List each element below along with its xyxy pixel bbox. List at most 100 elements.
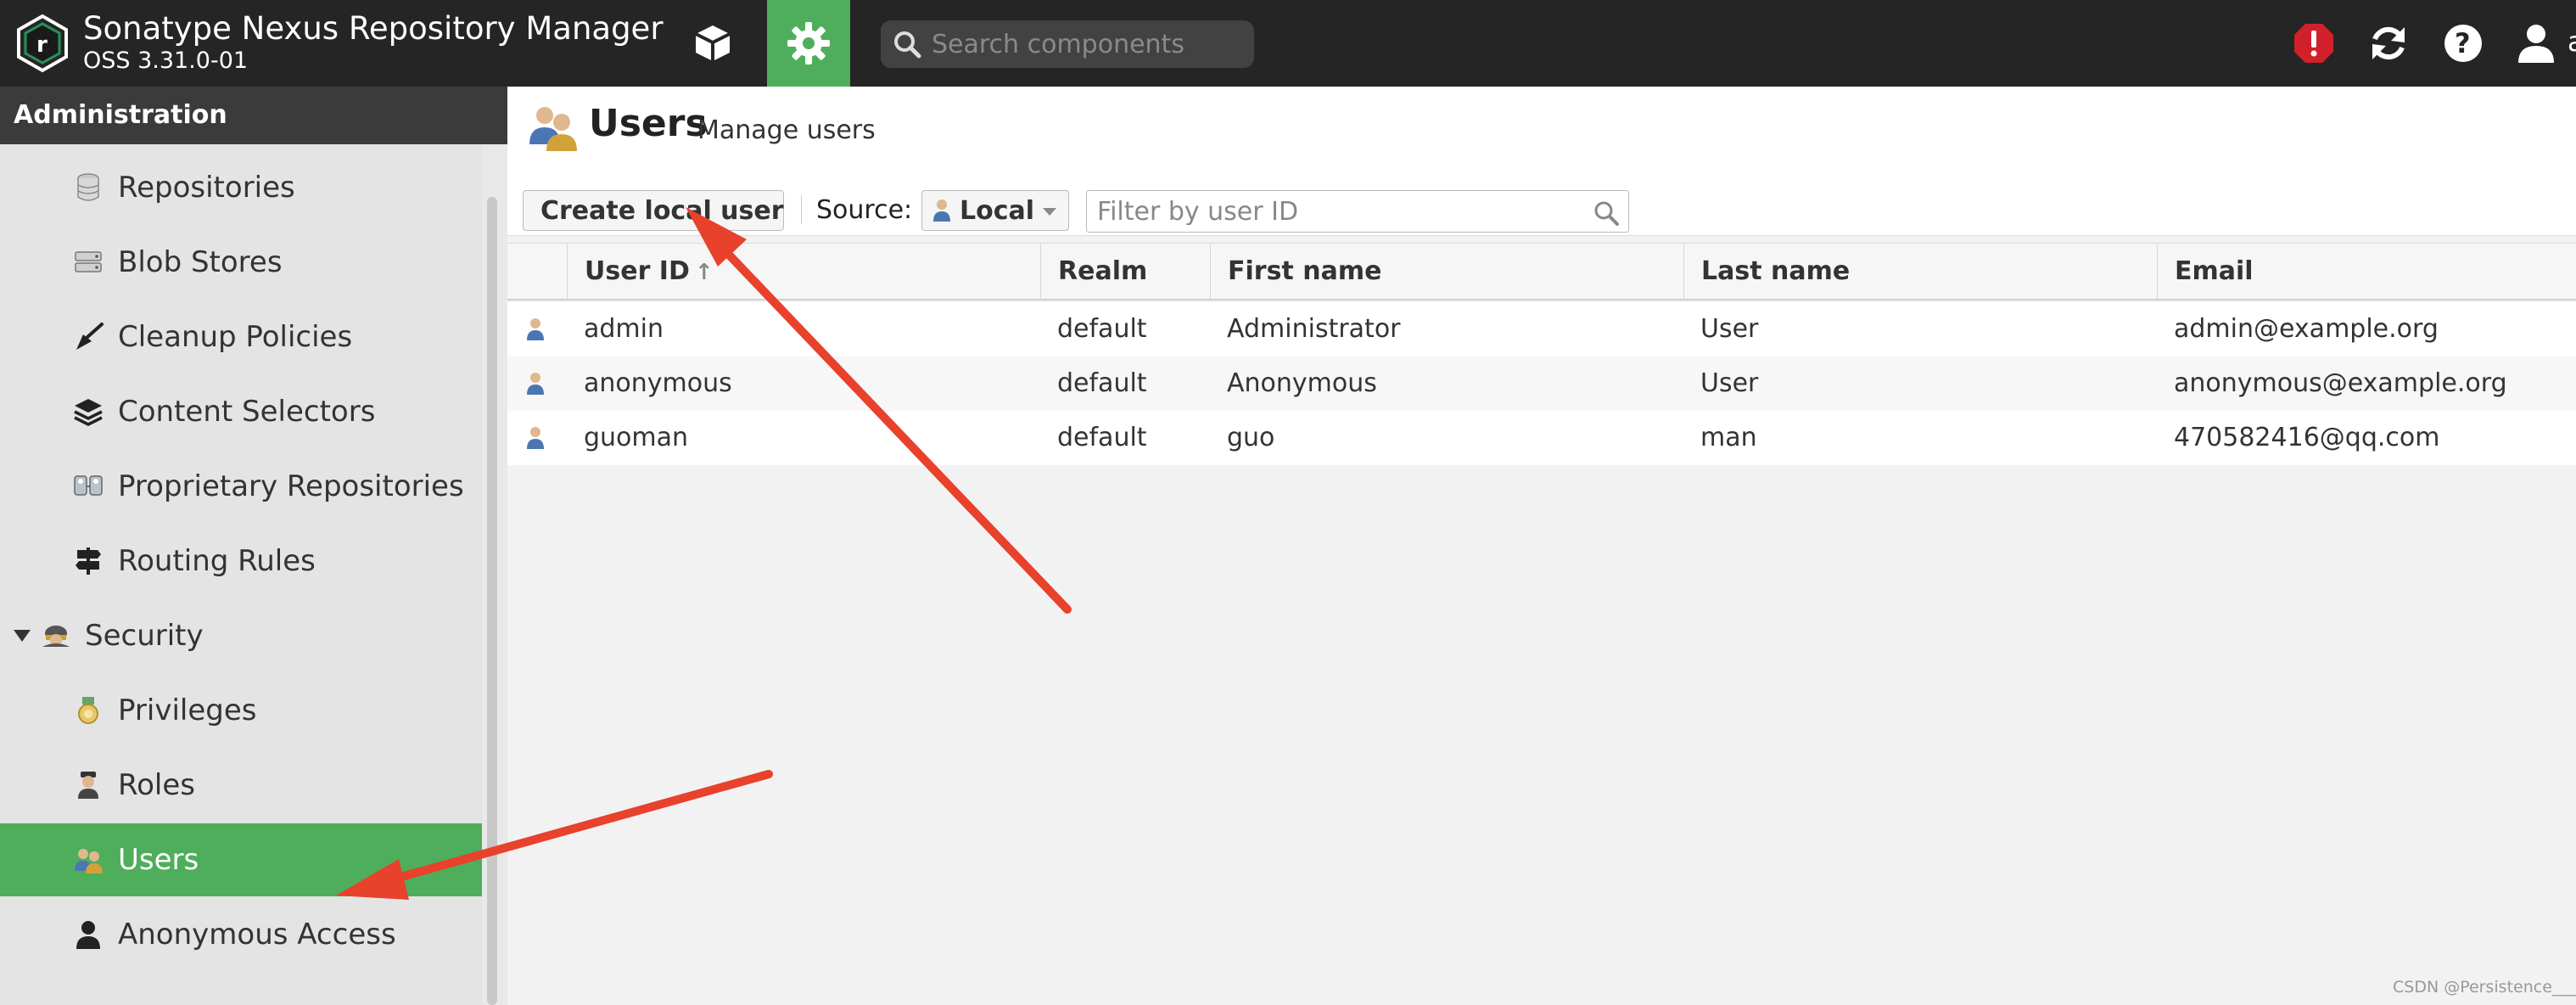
alert-icon (2294, 24, 2333, 63)
top-bar: r Sonatype Nexus Repository Manager OSS … (0, 0, 2576, 87)
column-header-label: Email (2175, 256, 2254, 286)
role-icon (73, 770, 104, 800)
toolbar: Create local user Source: Local (507, 180, 2576, 236)
table-row[interactable]: admin default Administrator User admin@e… (507, 302, 2576, 357)
column-header-label: First name (1228, 256, 1382, 286)
admin-gear-icon (787, 22, 830, 65)
dropdown-arrow-icon (1043, 208, 1056, 216)
security-icon (41, 620, 71, 651)
page-subtitle: Manage users (697, 115, 876, 145)
refresh-button[interactable] (2364, 19, 2413, 68)
sidebar-item-routing-rules[interactable]: Routing Rules (0, 525, 482, 598)
cell-last-name: man (1700, 423, 1757, 452)
cell-user-id: guoman (584, 423, 689, 452)
sidebar-item-proprietary-repositories[interactable]: Proprietary Repositories (0, 450, 482, 523)
source-label: Source: (816, 195, 913, 225)
user-small-icon (527, 427, 544, 449)
sidebar-item-label: Proprietary Repositories (118, 469, 464, 503)
broom-icon (73, 322, 104, 352)
filter-input[interactable] (1097, 198, 1572, 225)
sidebar-item-content-selectors[interactable]: Content Selectors (0, 375, 482, 448)
column-header-label: Last name (1701, 256, 1851, 286)
column-header-realm[interactable]: Realm (1040, 244, 1210, 300)
sidebar-nav: Repositories Blob Stores Cleanup Policie… (0, 144, 482, 1005)
sidebar-item-label: Users (118, 843, 199, 877)
user-menu-button[interactable] (2512, 19, 2561, 68)
person-icon (73, 919, 104, 950)
cell-realm: default (1057, 423, 1147, 452)
sort-ascending-icon: ↑ (694, 260, 714, 285)
sidebar: Administration Repositories Blob Stores … (0, 87, 507, 1005)
row-user-icon (507, 302, 567, 357)
help-icon: ? (2444, 25, 2482, 62)
table-header: User ID ↑ Realm First name Last name Emai… (507, 243, 2576, 300)
table-row[interactable]: guoman default guo man 470582416@qq.com (507, 411, 2576, 465)
refresh-icon (2372, 26, 2405, 60)
column-header-label: User ID (585, 256, 690, 286)
layers-icon (73, 396, 104, 427)
sidebar-item-roles[interactable]: Roles (0, 749, 482, 822)
sidebar-item-label: Privileges (118, 693, 257, 727)
create-local-user-label: Create local user (540, 195, 784, 226)
sidebar-item-label: Anonymous Access (118, 918, 396, 952)
source-value: Local (960, 195, 1035, 226)
nexus-logo-icon[interactable]: r (15, 14, 70, 73)
sidebar-item-label: Routing Rules (118, 544, 316, 578)
signpost-icon (73, 546, 104, 576)
row-user-icon (507, 357, 567, 411)
sidebar-item-label: Roles (118, 768, 195, 802)
user-name[interactable]: a (2568, 25, 2576, 58)
create-local-user-button[interactable]: Create local user (523, 190, 784, 231)
source-dropdown[interactable]: Local (921, 190, 1069, 231)
sidebar-scrollbar[interactable] (487, 197, 497, 1005)
administration-button[interactable] (767, 0, 850, 87)
column-header-email[interactable]: Email (2157, 244, 2576, 300)
page-header: Users Manage users (507, 87, 2576, 180)
sidebar-item-users[interactable]: Users (0, 823, 482, 896)
search-components-box[interactable] (881, 20, 1254, 68)
cell-last-name: User (1700, 368, 1759, 398)
sidebar-item-anonymous-access[interactable]: Anonymous Access (0, 898, 482, 971)
database-icon (73, 172, 104, 203)
filter-box[interactable] (1086, 190, 1629, 233)
cell-user-id: admin (584, 314, 664, 344)
user-icon (2518, 25, 2554, 63)
sidebar-item-label: Repositories (118, 171, 295, 205)
server-icon (73, 247, 104, 278)
sidebar-item-cleanup-policies[interactable]: Cleanup Policies (0, 300, 482, 373)
sidebar-item-label: Cleanup Policies (118, 320, 353, 354)
svg-text:?: ? (2455, 27, 2471, 59)
sidebar-item-privileges[interactable]: Privileges (0, 674, 482, 747)
column-header-user-id[interactable]: User ID ↑ (567, 244, 1040, 300)
sidebar-item-label: Blob Stores (118, 245, 283, 279)
column-header-last-name[interactable]: Last name (1683, 244, 2157, 300)
search-icon[interactable] (1593, 199, 1620, 227)
browse-button[interactable] (670, 0, 755, 87)
sidebar-item-label: Content Selectors (118, 395, 376, 429)
cell-last-name: User (1700, 314, 1759, 344)
cell-first-name: Anonymous (1227, 368, 1377, 398)
row-user-icon (507, 411, 567, 465)
table-row[interactable]: anonymous default Anonymous User anonymo… (507, 357, 2576, 411)
users-icon (73, 845, 104, 875)
app-version: OSS 3.31.0-01 (83, 48, 249, 74)
user-small-icon (527, 373, 544, 395)
cell-email: admin@example.org (2174, 314, 2439, 344)
search-input[interactable] (932, 29, 1246, 59)
user-small-icon (933, 199, 950, 222)
column-header-first-name[interactable]: First name (1210, 244, 1683, 300)
main-panel: Users Manage users Create local user Sou… (507, 87, 2576, 1005)
proprietary-icon (73, 471, 104, 502)
cell-first-name: guo (1227, 423, 1275, 452)
caret-down-icon[interactable] (14, 630, 31, 642)
sidebar-item-blob-stores[interactable]: Blob Stores (0, 226, 482, 299)
svg-text:r: r (36, 32, 48, 58)
app-title: Sonatype Nexus Repository Manager (83, 10, 664, 47)
sidebar-group-security[interactable]: Security (0, 599, 482, 672)
column-header-label: Realm (1058, 256, 1148, 286)
cell-realm: default (1057, 368, 1147, 398)
help-button[interactable]: ? (2439, 19, 2488, 68)
alert-button[interactable] (2289, 19, 2338, 68)
medal-icon (73, 695, 104, 726)
sidebar-item-repositories[interactable]: Repositories (0, 151, 482, 224)
